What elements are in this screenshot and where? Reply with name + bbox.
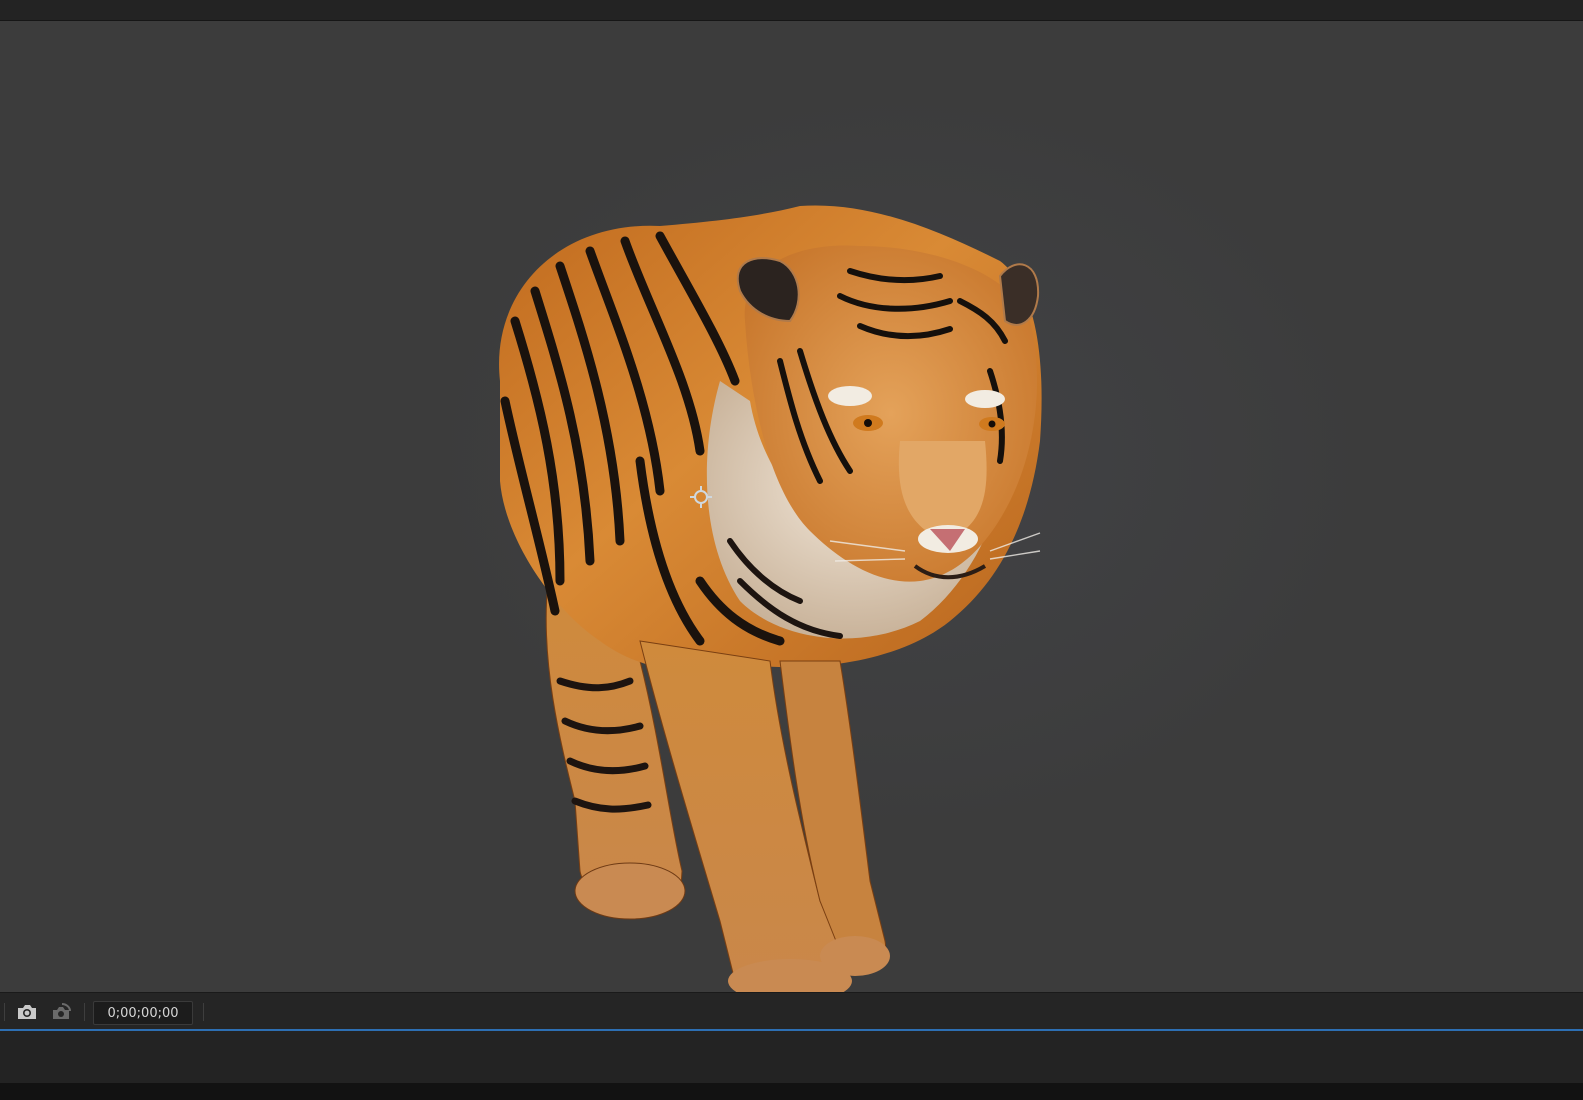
viewer-toolbar [0, 992, 1583, 1030]
panel-top-bar [0, 0, 1583, 21]
current-time-display[interactable]: 0;00;00;00 [93, 1001, 193, 1025]
toolbar-separator [203, 1003, 204, 1021]
timeline-panel [0, 1031, 1583, 1083]
toolbar-separator [4, 1003, 5, 1021]
show-snapshot-icon[interactable] [50, 1001, 72, 1023]
toolbar-separator [84, 1003, 85, 1021]
camera-icon[interactable] [16, 1001, 38, 1023]
window-bottom-edge [0, 1083, 1583, 1100]
tiger-3d-model[interactable] [0, 21, 1583, 992]
composition-viewer[interactable] [0, 21, 1583, 992]
